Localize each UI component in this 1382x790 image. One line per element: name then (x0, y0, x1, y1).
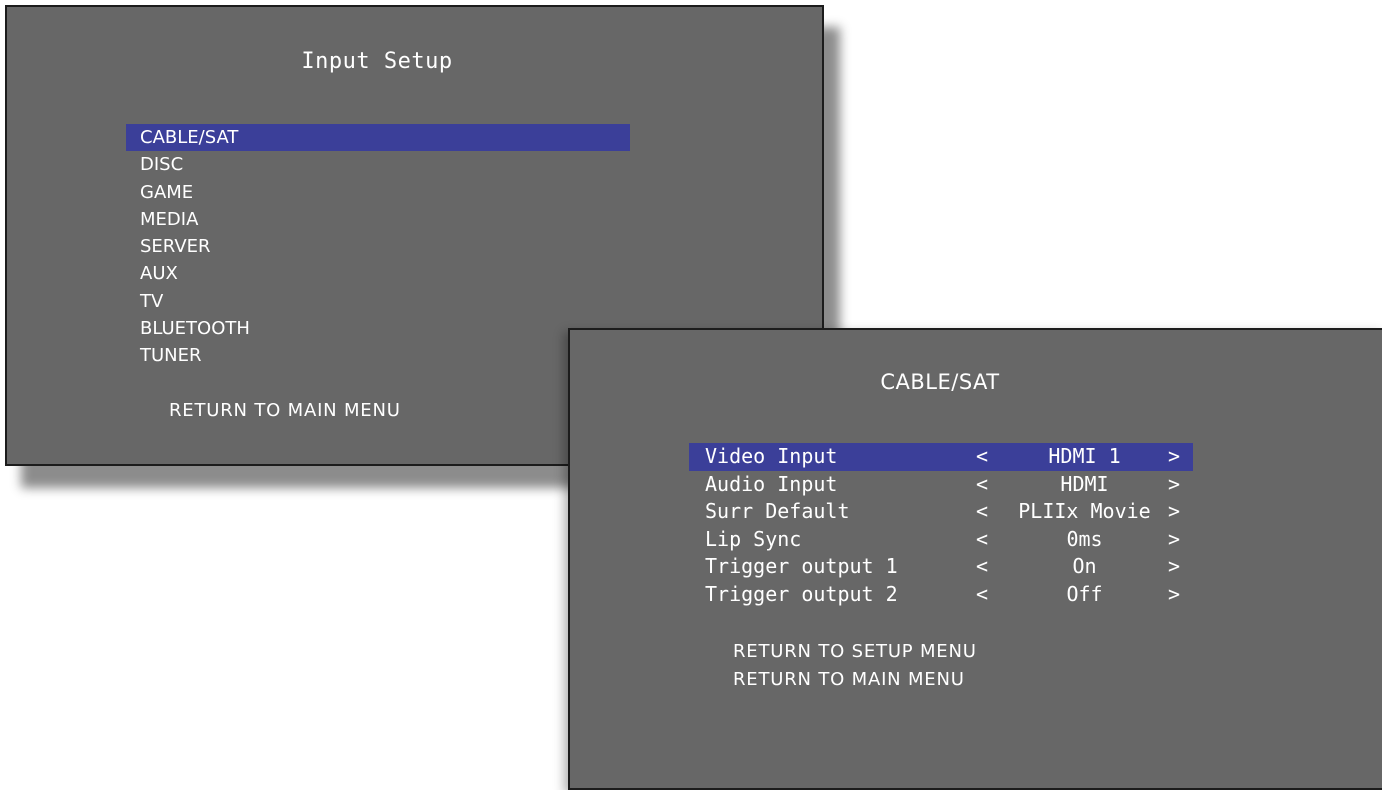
setting-row-surr-default[interactable]: Surr Default < PLIIx Movie > (689, 498, 1193, 526)
input-item-disc[interactable]: DISC (126, 151, 630, 178)
input-item-cable-sat[interactable]: CABLE/SAT (126, 124, 630, 152)
input-item-game[interactable]: GAME (126, 179, 630, 206)
return-to-main-menu-item[interactable]: RETURN TO MAIN MENU (169, 400, 401, 421)
setting-label: Audio Input (705, 471, 838, 496)
increase-arrow-icon[interactable]: > (1168, 498, 1180, 526)
decrease-arrow-icon[interactable]: < (976, 553, 988, 581)
setting-value: HDMI (1060, 471, 1109, 496)
increase-arrow-icon[interactable]: > (1168, 471, 1180, 499)
increase-arrow-icon[interactable]: > (1168, 581, 1180, 609)
setting-value: Off (1066, 581, 1103, 606)
return-to-main-menu-item[interactable]: RETURN TO MAIN MENU (733, 666, 977, 694)
setting-value: PLIIx Movie (1018, 499, 1151, 523)
return-menu-options: RETURN TO SETUP MENU RETURN TO MAIN MENU (733, 638, 977, 694)
increase-arrow-icon[interactable]: > (1168, 553, 1180, 581)
setting-label: Trigger output 1 (705, 554, 898, 578)
input-item-bluetooth[interactable]: BLUETOOTH (126, 315, 630, 342)
increase-arrow-icon[interactable]: > (1168, 443, 1180, 471)
setting-value: 0ms (1066, 526, 1103, 551)
return-to-setup-menu-item[interactable]: RETURN TO SETUP MENU (733, 638, 977, 666)
input-setup-title: Input Setup (301, 49, 453, 74)
decrease-arrow-icon[interactable]: < (976, 581, 988, 609)
setting-row-video-input[interactable]: Video Input < HDMI 1 > (689, 443, 1193, 471)
cable-sat-panel: CABLE/SAT Video Input < HDMI 1 > Audio I… (568, 328, 1382, 790)
decrease-arrow-icon[interactable]: < (976, 498, 988, 526)
setting-label: Lip Sync (705, 526, 802, 551)
input-item-tv[interactable]: TV (126, 288, 630, 315)
decrease-arrow-icon[interactable]: < (976, 443, 988, 471)
setting-value: On (1072, 554, 1097, 578)
input-item-aux[interactable]: AUX (126, 260, 630, 287)
setting-row-trigger-output-2[interactable]: Trigger output 2 < Off > (689, 581, 1193, 609)
input-item-media[interactable]: MEDIA (126, 206, 630, 233)
setting-row-lip-sync[interactable]: Lip Sync < 0ms > (689, 526, 1193, 554)
setting-label: Trigger output 2 (705, 581, 898, 606)
increase-arrow-icon[interactable]: > (1168, 526, 1180, 554)
decrease-arrow-icon[interactable]: < (976, 526, 988, 554)
cable-sat-title: CABLE/SAT (880, 370, 1000, 394)
setting-label: Surr Default (705, 499, 850, 523)
settings-list: Video Input < HDMI 1 > Audio Input < HDM… (689, 443, 1193, 608)
input-item-tuner[interactable]: TUNER (126, 342, 630, 369)
setting-label: Video Input (705, 444, 838, 468)
setting-value: HDMI 1 (1048, 444, 1121, 468)
input-item-server[interactable]: SERVER (126, 233, 630, 260)
setting-row-audio-input[interactable]: Audio Input < HDMI > (689, 471, 1193, 499)
setting-row-trigger-output-1[interactable]: Trigger output 1 < On > (689, 553, 1193, 581)
input-source-list: CABLE/SAT DISC GAME MEDIA SERVER AUX TV … (126, 124, 630, 370)
decrease-arrow-icon[interactable]: < (976, 471, 988, 499)
